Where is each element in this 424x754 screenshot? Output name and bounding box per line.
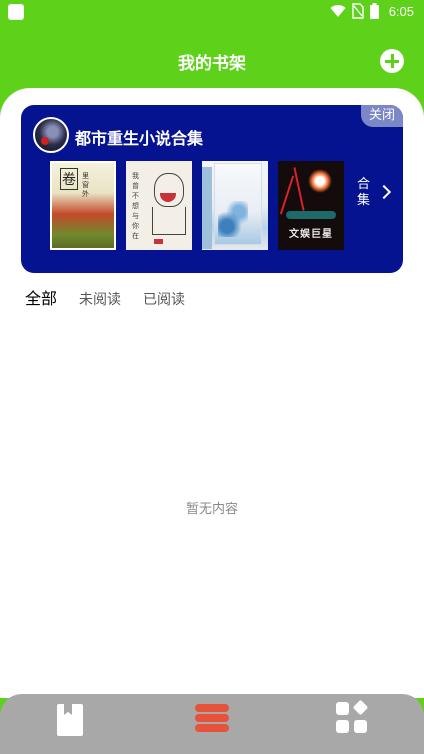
collection-more-label: 合集	[357, 177, 371, 208]
cover-illustration	[279, 175, 295, 215]
cover-illustration	[308, 169, 332, 193]
collection-title: 都市重生小说合集	[75, 129, 204, 148]
add-icon[interactable]	[380, 49, 404, 73]
close-collection-button[interactable]: 关闭	[361, 105, 403, 127]
bookshelf-content: 都市重生小说合集 关闭 卷 里 窗 外 我曾不想与你在 文娱巨星 合集 全部 未…	[0, 88, 424, 698]
cover-illustration	[152, 207, 186, 235]
cover-illustration	[218, 201, 248, 237]
chevron-right-icon	[376, 184, 392, 200]
battery-icon	[369, 3, 379, 19]
stack-icon	[195, 702, 229, 732]
wifi-icon	[330, 5, 346, 18]
book-cover[interactable]	[202, 161, 268, 250]
status-icons: 6:05	[330, 3, 414, 19]
status-bar: 6:05	[0, 0, 424, 24]
book-icon	[57, 704, 83, 736]
nav-item-apps[interactable]	[303, 694, 403, 754]
collection-more-link[interactable]: 合集	[357, 177, 397, 217]
book-cover-subtext: 里 窗 外	[82, 172, 89, 198]
collection-card[interactable]: 都市重生小说合集 关闭 卷 里 窗 外 我曾不想与你在 文娱巨星 合集	[21, 105, 403, 273]
status-time: 6:05	[388, 3, 414, 19]
book-cover-text: 文娱巨星	[289, 229, 333, 240]
filter-tabs: 全部 未阅读 已阅读	[25, 285, 185, 309]
collection-avatar	[33, 117, 69, 153]
cover-illustration	[286, 211, 336, 219]
tab-unread[interactable]: 未阅读	[79, 289, 121, 309]
empty-state-text: 暂无内容	[185, 502, 238, 517]
book-cover-text: 我曾不想与你在	[132, 172, 139, 240]
bottom-nav	[0, 694, 424, 754]
nav-item-collection[interactable]	[162, 694, 262, 754]
tab-all[interactable]: 全部	[25, 285, 57, 309]
page-title: 我的书架	[178, 54, 246, 74]
book-cover[interactable]: 卷 里 窗 外	[50, 161, 116, 250]
cover-illustration	[293, 167, 305, 211]
nav-item-shelf[interactable]	[21, 694, 121, 754]
tab-read[interactable]: 已阅读	[143, 289, 185, 309]
book-spine	[202, 167, 212, 249]
book-cover[interactable]: 我曾不想与你在	[126, 161, 192, 250]
publisher-logo	[154, 239, 163, 244]
no-sim-icon	[351, 3, 364, 19]
notification-app-icon	[8, 4, 24, 20]
collection-book-list: 卷 里 窗 外 我曾不想与你在 文娱巨星	[50, 161, 344, 250]
book-cover[interactable]: 文娱巨星	[278, 161, 344, 250]
apps-grid-icon	[336, 699, 369, 734]
book-cover-text: 卷	[60, 168, 78, 190]
